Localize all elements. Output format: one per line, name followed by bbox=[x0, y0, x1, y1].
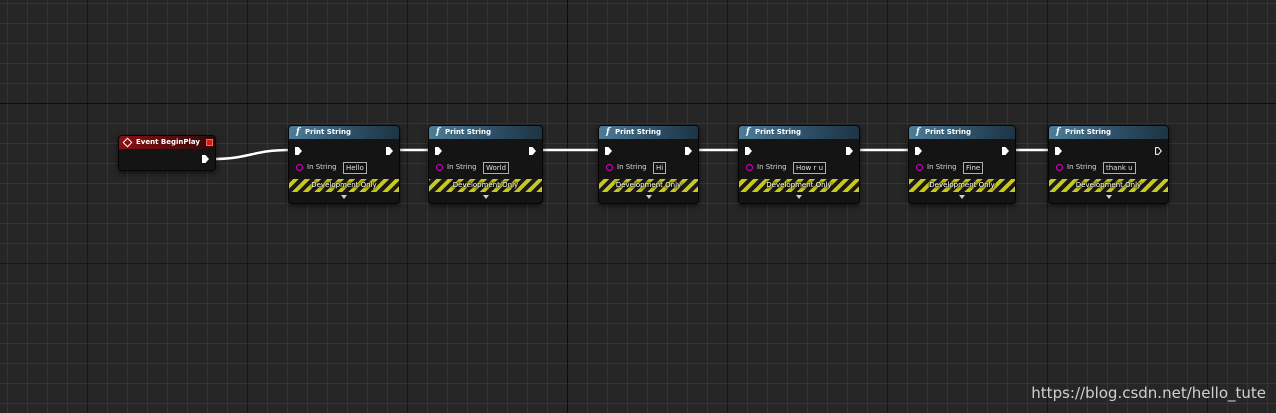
exec-in-pin-icon[interactable] bbox=[1055, 147, 1062, 155]
development-only-label: Development Only bbox=[452, 181, 519, 189]
string-pin-icon[interactable] bbox=[746, 164, 753, 171]
string-pin-icon[interactable] bbox=[916, 164, 923, 171]
print-node-header[interactable]: f Print String bbox=[429, 126, 542, 139]
graph-origin-vertical-line bbox=[567, 0, 568, 413]
string-pin-icon[interactable] bbox=[436, 164, 443, 171]
print-node-title: Print String bbox=[925, 128, 971, 136]
string-pin-icon[interactable] bbox=[606, 164, 613, 171]
development-only-label: Development Only bbox=[1075, 181, 1142, 189]
exec-in-pin-icon[interactable] bbox=[435, 147, 442, 155]
print-string-node[interactable]: f Print String In String World Developme… bbox=[428, 125, 543, 204]
string-pin-icon[interactable] bbox=[296, 164, 303, 171]
exec-in-pin-icon[interactable] bbox=[605, 147, 612, 155]
print-node-header[interactable]: f Print String bbox=[599, 126, 698, 139]
chevron-down-icon[interactable] bbox=[341, 195, 347, 199]
event-beginplay-node[interactable]: Event BeginPlay bbox=[118, 135, 216, 171]
print-node-header[interactable]: f Print String bbox=[739, 126, 859, 139]
event-node-body bbox=[119, 149, 215, 170]
print-string-node[interactable]: f Print String In String thank u Develop… bbox=[1048, 125, 1169, 204]
print-string-node[interactable]: f Print String In String How r u Develop… bbox=[738, 125, 860, 204]
in-string-label: In String bbox=[757, 163, 787, 171]
print-node-body: In String Hi Development Only bbox=[599, 139, 698, 203]
development-only-label: Development Only bbox=[311, 181, 377, 189]
exec-out-pin-icon[interactable] bbox=[1155, 147, 1162, 155]
development-only-label: Development Only bbox=[929, 181, 995, 189]
print-node-body: In String Hello Development Only bbox=[289, 139, 399, 203]
print-node-title: Print String bbox=[615, 128, 661, 136]
diamond-event-icon bbox=[122, 137, 133, 148]
exec-in-pin-icon[interactable] bbox=[295, 147, 302, 155]
print-node-body: In String World Development Only bbox=[429, 139, 542, 203]
delegate-pin-icon[interactable] bbox=[206, 139, 213, 146]
exec-wires bbox=[211, 148, 1052, 161]
print-node-body: In String How r u Development Only bbox=[739, 139, 859, 203]
exec-out-pin-icon[interactable] bbox=[685, 147, 692, 155]
chevron-down-icon[interactable] bbox=[959, 195, 965, 199]
in-string-input[interactable]: Fine bbox=[963, 162, 984, 174]
in-string-input[interactable]: Hi bbox=[653, 162, 667, 174]
in-string-label: In String bbox=[447, 163, 477, 171]
graph-origin-horizontal-line bbox=[0, 103, 1276, 104]
in-string-input[interactable]: How r u bbox=[793, 162, 827, 174]
in-string-label: In String bbox=[927, 163, 957, 171]
function-f-icon: f bbox=[916, 127, 920, 137]
print-node-title: Print String bbox=[445, 128, 491, 136]
print-string-node[interactable]: f Print String In String Fine Developmen… bbox=[908, 125, 1016, 204]
exec-out-pin-icon[interactable] bbox=[1002, 147, 1009, 155]
exec-wire bbox=[211, 148, 291, 161]
chevron-down-icon[interactable] bbox=[482, 195, 489, 199]
in-string-label: In String bbox=[1067, 163, 1097, 171]
print-string-node[interactable]: f Print String In String Hi Development … bbox=[598, 125, 699, 204]
event-node-title: Event BeginPlay bbox=[136, 138, 200, 146]
exec-in-pin-icon[interactable] bbox=[915, 147, 922, 155]
print-node-title: Print String bbox=[305, 128, 351, 136]
in-string-input[interactable]: World bbox=[483, 162, 510, 174]
exec-out-pin-icon[interactable] bbox=[386, 147, 393, 155]
in-string-label: In String bbox=[617, 163, 647, 171]
print-node-header[interactable]: f Print String bbox=[909, 126, 1015, 139]
function-f-icon: f bbox=[436, 127, 440, 137]
in-string-input[interactable]: Hello bbox=[343, 162, 367, 174]
development-only-label: Development Only bbox=[615, 181, 682, 189]
in-string-input[interactable]: thank u bbox=[1103, 162, 1136, 174]
exec-out-pin-icon[interactable] bbox=[202, 155, 209, 163]
blueprint-graph-canvas[interactable]: Event BeginPlay f Print String In String… bbox=[0, 0, 1276, 413]
in-string-label: In String bbox=[307, 163, 337, 171]
chevron-down-icon[interactable] bbox=[645, 195, 652, 199]
print-node-header[interactable]: f Print String bbox=[1049, 126, 1168, 139]
function-f-icon: f bbox=[296, 127, 300, 137]
exec-in-pin-icon[interactable] bbox=[745, 147, 752, 155]
print-node-header[interactable]: f Print String bbox=[289, 126, 399, 139]
function-f-icon: f bbox=[1056, 127, 1060, 137]
print-node-title: Print String bbox=[1065, 128, 1111, 136]
function-f-icon: f bbox=[606, 127, 610, 137]
watermark-url: https://blog.csdn.net/hello_tute bbox=[1031, 384, 1266, 402]
chevron-down-icon[interactable] bbox=[1105, 195, 1112, 199]
string-pin-icon[interactable] bbox=[1056, 164, 1063, 171]
function-f-icon: f bbox=[746, 127, 750, 137]
development-only-label: Development Only bbox=[766, 181, 832, 189]
chevron-down-icon[interactable] bbox=[796, 195, 802, 199]
print-node-title: Print String bbox=[755, 128, 801, 136]
exec-out-pin-icon[interactable] bbox=[846, 147, 853, 155]
exec-out-pin-icon[interactable] bbox=[529, 147, 536, 155]
print-node-body: In String thank u Development Only bbox=[1049, 139, 1168, 203]
print-node-body: In String Fine Development Only bbox=[909, 139, 1015, 203]
print-string-node[interactable]: f Print String In String Hello Developme… bbox=[288, 125, 400, 204]
event-node-header[interactable]: Event BeginPlay bbox=[119, 136, 215, 149]
